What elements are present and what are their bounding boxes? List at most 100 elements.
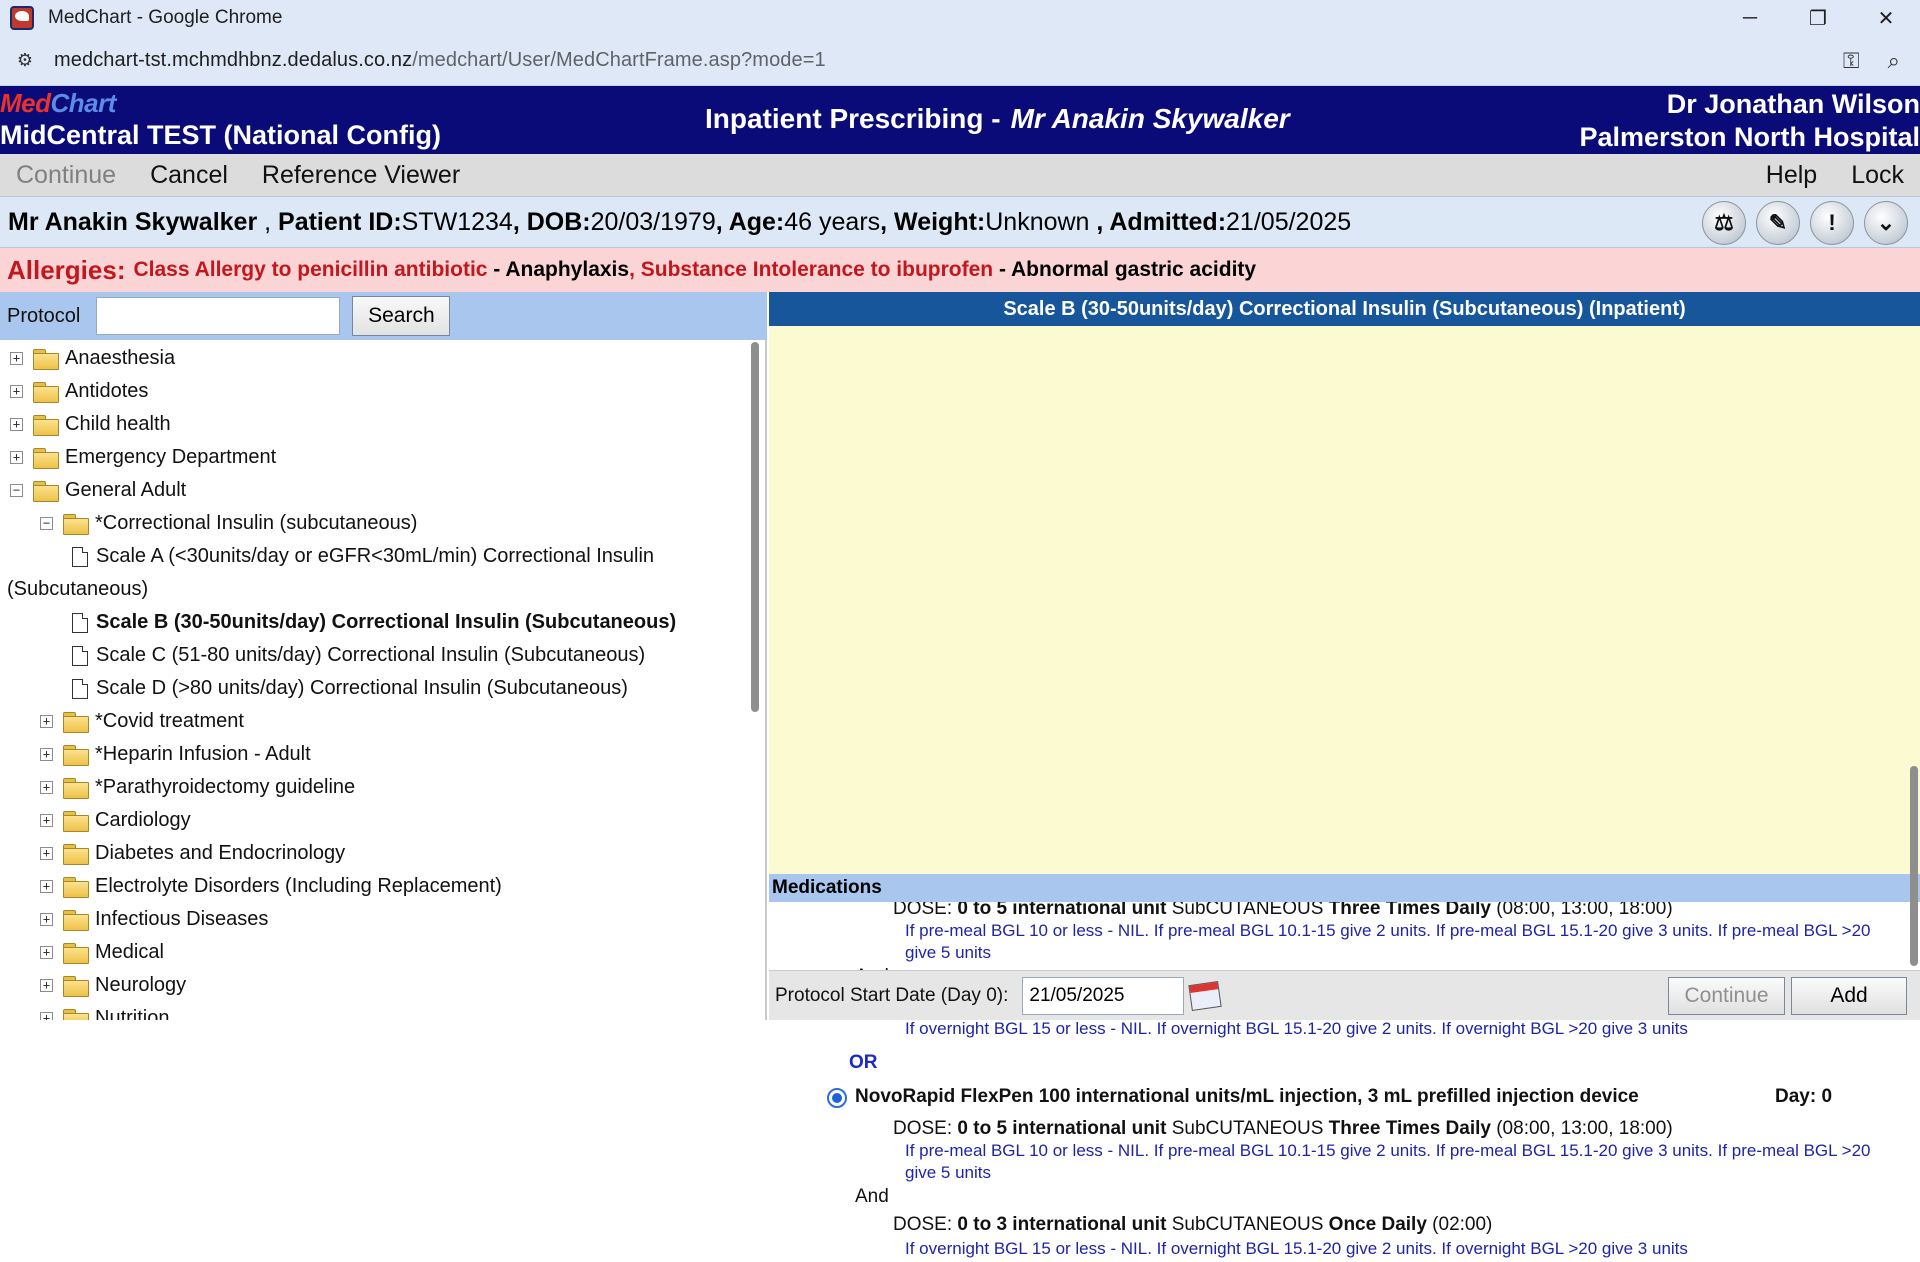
- tree-folder-item[interactable]: + Child health: [10, 408, 171, 441]
- tree-protocol-item[interactable]: Scale A (<30units/day or eGFR<30mL/min) …: [72, 540, 654, 573]
- dose-prefix: DOSE:: [893, 1214, 953, 1235]
- allergy-item-1: Class Allergy to penicillin antibiotic: [133, 258, 488, 281]
- menu-help[interactable]: Help: [1766, 161, 1817, 190]
- close-button[interactable]: ✕: [1852, 0, 1920, 36]
- collapse-icon[interactable]: −: [10, 484, 23, 497]
- dose-instruction: If pre-meal BGL 10 or less - NIL. If pre…: [905, 921, 1871, 962]
- calendar-icon[interactable]: [1188, 980, 1223, 1011]
- tree-item-label: *Parathyroidectomy guideline: [95, 776, 356, 798]
- tree-item-label: *Correctional Insulin (subcutaneous): [95, 512, 418, 534]
- folder-icon: [63, 711, 89, 733]
- start-date-input[interactable]: [1022, 976, 1185, 1015]
- address-bar: ⚙ medchart-tst.mchmdhbnz.dedalus.co.nz/m…: [0, 36, 1920, 86]
- dose-frequency: Three Times Daily: [1328, 902, 1491, 919]
- expand-icon[interactable]: +: [40, 979, 53, 992]
- expand-icon[interactable]: +: [40, 913, 53, 926]
- medications-list: DOSE: 0 to 5 international unit SubCUTAN…: [769, 902, 1907, 1262]
- protocol-search-input[interactable]: [96, 297, 341, 335]
- expand-down-icon[interactable]: ⌄: [1864, 201, 1908, 245]
- address-bar-icons: ⚿ ⌕: [1843, 48, 1900, 74]
- expand-icon[interactable]: +: [40, 715, 53, 728]
- patient-name: Mr Anakin Skywalker: [8, 207, 258, 236]
- menu-continue[interactable]: Continue: [16, 161, 116, 190]
- expand-icon[interactable]: +: [10, 418, 23, 431]
- folder-icon: [63, 744, 89, 766]
- patient-banner: Mr Anakin Skywalker , Patient ID: STW1234…: [0, 196, 1920, 248]
- menu-reference-viewer[interactable]: Reference Viewer: [262, 161, 460, 190]
- dose-line: DOSE: 0 to 5 international unit SubCUTAN…: [893, 902, 1673, 920]
- dose-amount: 0 to 5 international unit: [957, 902, 1167, 919]
- expand-icon[interactable]: +: [40, 781, 53, 794]
- folder-icon: [33, 348, 59, 370]
- weight-label: , Weight:: [880, 207, 986, 236]
- medications-scrollbar[interactable]: [1908, 600, 1920, 970]
- search-button[interactable]: Search: [352, 296, 451, 336]
- expand-icon[interactable]: +: [40, 847, 53, 860]
- tree-item-label: Neurology: [95, 974, 187, 996]
- restore-button[interactable]: ❐: [1784, 0, 1852, 36]
- menu-cancel[interactable]: Cancel: [150, 161, 228, 190]
- tree-protocol-item[interactable]: Scale C (51-80 units/day) Correctional I…: [72, 639, 645, 672]
- expand-icon[interactable]: +: [10, 451, 23, 464]
- tree-item-label: Electrolyte Disorders (Including Replace…: [95, 875, 502, 897]
- continue-button[interactable]: Continue: [1668, 977, 1785, 1015]
- allergy-reaction-1: - Anaphylaxis: [487, 258, 630, 281]
- minimize-button[interactable]: ─: [1716, 0, 1784, 36]
- dose-frequency: Once Daily: [1328, 1214, 1427, 1235]
- tree-protocol-item[interactable]: Scale D (>80 units/day) Correctional Ins…: [72, 672, 628, 705]
- password-key-icon[interactable]: ⚿: [1843, 48, 1860, 74]
- weight-scale-icon[interactable]: ⚖: [1702, 201, 1746, 245]
- tree-folder-item[interactable]: + Cardiology: [40, 804, 191, 837]
- tree-item-label-wrap[interactable]: (Subcutaneous): [7, 573, 148, 606]
- tree-folder-item[interactable]: + Emergency Department: [10, 441, 276, 474]
- allergies-label: Allergies:: [7, 254, 126, 285]
- app-header: MedChart MidCentral TEST (National Confi…: [0, 86, 1920, 154]
- tree-folder-item[interactable]: + Medical: [40, 936, 164, 969]
- menu-lock[interactable]: Lock: [1851, 161, 1904, 190]
- expand-icon[interactable]: +: [10, 352, 23, 365]
- url-path: /medchart/User/MedChartFrame.asp?mode=1: [412, 49, 826, 71]
- tree-folder-item[interactable]: + Nutrition: [40, 1002, 169, 1020]
- tree-item-label: General Adult: [65, 479, 187, 501]
- site-settings-icon[interactable]: ⚙: [12, 48, 38, 74]
- expand-icon[interactable]: +: [40, 748, 53, 761]
- tree-protocol-item[interactable]: Scale B (30-50units/day) Correctional In…: [72, 606, 676, 639]
- tree-item-label: Emergency Department: [65, 446, 277, 468]
- organisation-name: MidCentral TEST (National Config): [0, 120, 441, 150]
- collapse-icon[interactable]: −: [40, 517, 53, 530]
- tree-folder-item[interactable]: − General Adult: [10, 474, 186, 507]
- tree-folder-item[interactable]: + *Covid treatment: [40, 705, 244, 738]
- medication-radio[interactable]: [827, 1088, 847, 1108]
- tree-scrollbar-thumb[interactable]: [751, 342, 759, 712]
- expand-icon[interactable]: +: [40, 1012, 53, 1020]
- dose-route: SubCUTANEOUS: [1171, 1118, 1324, 1139]
- medchart-app-icon: [10, 6, 34, 30]
- add-button[interactable]: Add: [1791, 977, 1907, 1015]
- tree-folder-item[interactable]: + Neurology: [40, 969, 186, 1002]
- tree-scrollbar[interactable]: [749, 342, 761, 1007]
- tree-folder-item[interactable]: + Antidotes: [10, 375, 148, 408]
- dose-times: (08:00, 13:00, 18:00): [1496, 902, 1673, 919]
- tree-folder-item[interactable]: − *Correctional Insulin (subcutaneous): [40, 507, 417, 540]
- tree-item-label: (Subcutaneous): [7, 578, 149, 600]
- tree-folder-item[interactable]: + Infectious Diseases: [40, 903, 268, 936]
- notes-edit-icon[interactable]: ✎: [1756, 201, 1800, 245]
- alert-icon[interactable]: !: [1810, 201, 1854, 245]
- medications-scrollbar-thumb[interactable]: [1910, 766, 1918, 966]
- expand-icon[interactable]: +: [40, 946, 53, 959]
- tree-folder-item[interactable]: + Diabetes and Endocrinology: [40, 837, 345, 870]
- zoom-icon[interactable]: ⌕: [1888, 48, 1900, 74]
- expand-icon[interactable]: +: [40, 814, 53, 827]
- tree-item-label: Antidotes: [65, 380, 149, 402]
- medication-radio-button[interactable]: [827, 1088, 847, 1108]
- tree-folder-item[interactable]: + *Parathyroidectomy guideline: [40, 771, 355, 804]
- tree-folder-item[interactable]: + *Heparin Infusion - Adult: [40, 738, 311, 771]
- dose-times: (08:00, 13:00, 18:00): [1496, 1118, 1673, 1139]
- url-field[interactable]: medchart-tst.mchmdhbnz.dedalus.co.nz/med…: [54, 49, 826, 72]
- module-name: Inpatient Prescribing -: [705, 103, 1001, 134]
- or-label: OR: [849, 1052, 878, 1073]
- tree-folder-item[interactable]: + Anaesthesia: [10, 342, 175, 375]
- expand-icon[interactable]: +: [40, 880, 53, 893]
- expand-icon[interactable]: +: [10, 385, 23, 398]
- tree-folder-item[interactable]: + Electrolyte Disorders (Including Replac…: [40, 870, 502, 903]
